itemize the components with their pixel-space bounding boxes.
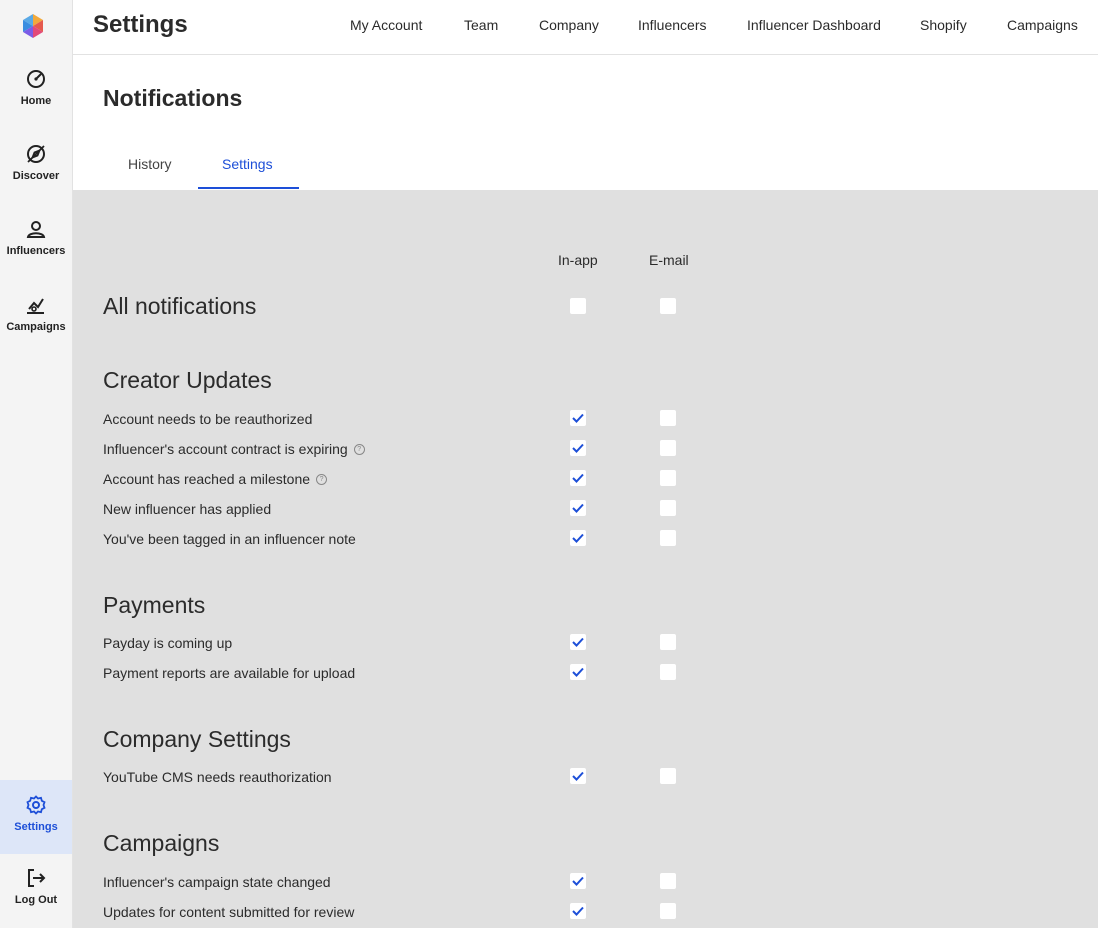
email-checkbox[interactable] — [660, 470, 676, 486]
all-email-checkbox[interactable] — [660, 298, 676, 314]
sidebar-item-label: Log Out — [14, 894, 58, 906]
email-checkbox[interactable] — [660, 903, 676, 919]
top-nav-influencer-dashboard[interactable]: Influencer Dashboard — [747, 17, 881, 33]
in-app-checkbox[interactable] — [570, 903, 586, 919]
sidebar-item-label: Discover — [12, 170, 60, 182]
notification-row-label: Updates for content submitted for review — [103, 904, 354, 920]
sidebar-item-label: Influencers — [6, 245, 66, 257]
app-logo[interactable] — [21, 13, 45, 39]
notification-row-label: Influencer's account contract is expirin… — [103, 441, 365, 457]
notification-label-text: Influencer's account contract is expirin… — [103, 441, 348, 457]
notification-label-text: Payment reports are available for upload — [103, 665, 356, 681]
in-app-checkbox[interactable] — [570, 664, 586, 680]
in-app-checkbox[interactable] — [570, 634, 586, 650]
in-app-checkbox[interactable] — [570, 873, 586, 889]
app-title: Settings — [93, 11, 188, 38]
top-nav-shopify[interactable]: Shopify — [920, 17, 967, 33]
tab-history[interactable]: History — [128, 156, 172, 172]
notification-label-text: Payday is coming up — [103, 635, 233, 651]
all-notifications-label: All notifications — [103, 293, 257, 319]
email-checkbox[interactable] — [660, 500, 676, 516]
email-checkbox[interactable] — [660, 664, 676, 680]
sidebar: Home Discover Influencers Campaigns Sett… — [0, 0, 73, 928]
notification-row-label: Account has reached a milestone? — [103, 471, 328, 487]
active-tab-indicator — [198, 187, 299, 189]
logout-icon — [28, 869, 46, 887]
compass-icon — [27, 145, 45, 163]
in-app-checkbox[interactable] — [570, 410, 586, 426]
column-header-in-app: In-app — [558, 252, 598, 268]
sidebar-item-label: Home — [20, 95, 52, 107]
email-checkbox[interactable] — [660, 440, 676, 456]
section-title: Creator Updates — [103, 367, 272, 393]
notification-label-text: Account has reached a milestone — [103, 471, 311, 487]
sidebar-item-home[interactable]: Home — [0, 68, 72, 107]
notification-row-label: Payment reports are available for upload — [103, 665, 355, 681]
in-app-checkbox[interactable] — [570, 440, 586, 456]
section-title: Payments — [103, 592, 206, 618]
top-nav-campaigns[interactable]: Campaigns — [1007, 17, 1078, 33]
in-app-checkbox[interactable] — [570, 470, 586, 486]
notification-row-label: You've been tagged in an influencer note — [103, 531, 356, 547]
notification-label-text: Account needs to be reauthorized — [103, 411, 313, 427]
sidebar-item-influencers[interactable]: Influencers — [0, 218, 72, 257]
top-nav-influencers[interactable]: Influencers — [638, 17, 706, 33]
help-icon[interactable]: ? — [316, 473, 328, 485]
gear-icon — [26, 795, 46, 815]
notification-row-label: Influencer's campaign state changed — [103, 874, 331, 890]
notification-label-text: YouTube CMS needs reauthorization — [103, 769, 332, 785]
notification-label-text: Updates for content submitted for review — [103, 904, 355, 920]
in-app-checkbox[interactable] — [570, 768, 586, 784]
section-title: Company Settings — [103, 726, 291, 752]
top-nav-company[interactable]: Company — [539, 17, 599, 33]
in-app-checkbox[interactable] — [570, 500, 586, 516]
in-app-checkbox[interactable] — [570, 530, 586, 546]
section-title: Campaigns — [103, 830, 220, 856]
top-nav-my-account[interactable]: My Account — [350, 17, 422, 33]
notification-row-label: Account needs to be reauthorized — [103, 411, 312, 427]
column-header-email: E-mail — [649, 252, 689, 268]
notification-label-text: Influencer's campaign state changed — [103, 874, 331, 890]
notification-row-label: YouTube CMS needs reauthorization — [103, 769, 332, 785]
gauge-icon — [27, 70, 45, 88]
notification-label-text: New influencer has applied — [103, 501, 272, 517]
page-title: Notifications — [103, 85, 243, 111]
person-icon — [26, 221, 46, 238]
all-in-app-checkbox[interactable] — [570, 298, 586, 314]
help-icon[interactable]: ? — [353, 443, 365, 455]
sidebar-item-settings[interactable]: Settings — [0, 780, 72, 854]
sidebar-item-campaigns[interactable]: Campaigns — [0, 294, 72, 333]
sidebar-item-logout[interactable]: Log Out — [0, 867, 72, 906]
email-checkbox[interactable] — [660, 768, 676, 784]
sidebar-item-discover[interactable]: Discover — [0, 143, 72, 182]
chart-icon — [27, 298, 44, 314]
notification-row-label: New influencer has applied — [103, 501, 271, 517]
notification-label-text: You've been tagged in an influencer note — [103, 531, 356, 547]
email-checkbox[interactable] — [660, 873, 676, 889]
email-checkbox[interactable] — [660, 634, 676, 650]
email-checkbox[interactable] — [660, 410, 676, 426]
email-checkbox[interactable] — [660, 530, 676, 546]
notification-row-label: Payday is coming up — [103, 635, 232, 651]
sidebar-item-label: Campaigns — [6, 321, 66, 333]
sidebar-item-label: Settings — [14, 821, 58, 833]
tab-settings[interactable]: Settings — [222, 156, 273, 172]
top-nav-team[interactable]: Team — [464, 17, 498, 33]
